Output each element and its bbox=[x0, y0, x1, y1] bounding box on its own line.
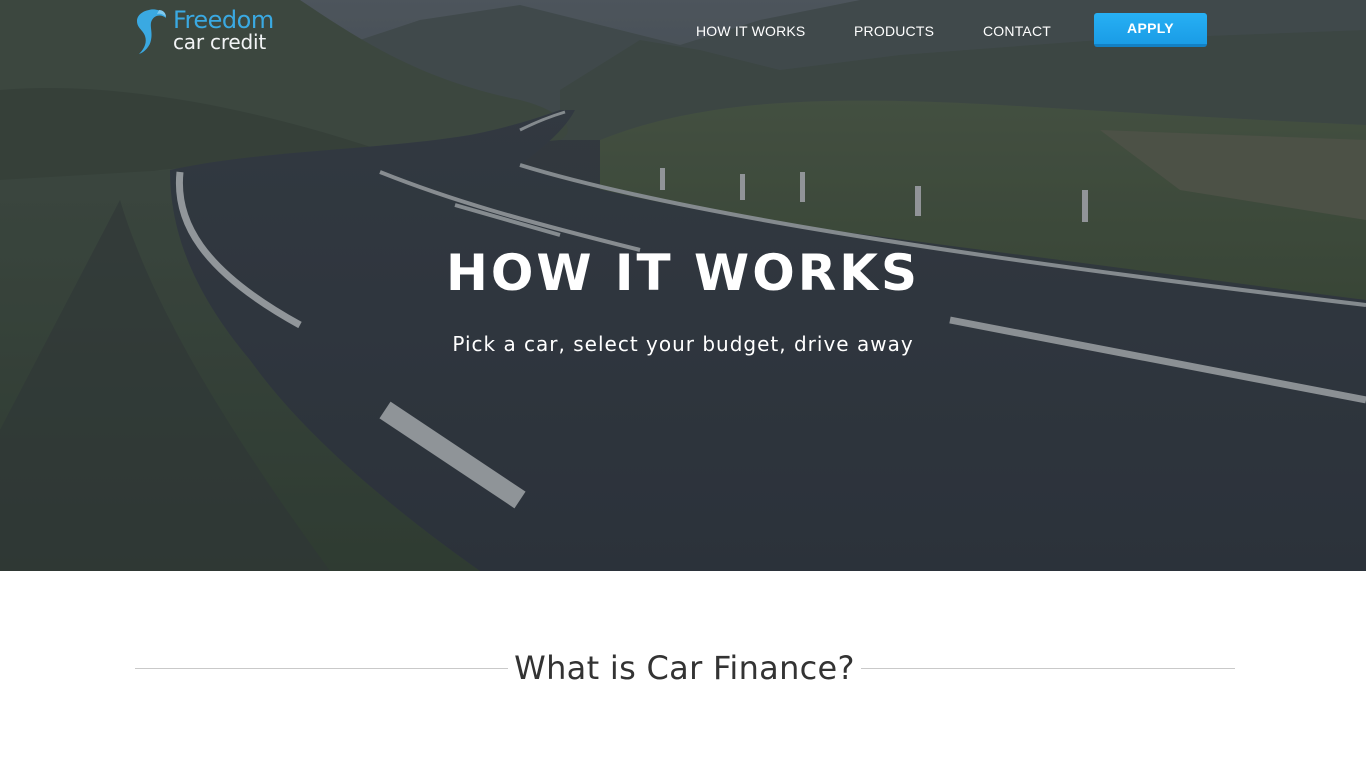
car-finance-section: What is Car Finance? bbox=[0, 571, 1366, 768]
nav-products[interactable]: PRODUCTS bbox=[854, 22, 934, 40]
section-heading: What is Car Finance? bbox=[514, 649, 855, 687]
hero-banner: Freedom car credit HOW IT WORKS PRODUCTS… bbox=[0, 0, 1366, 571]
apply-button[interactable]: APPLY bbox=[1094, 13, 1207, 47]
nav-how-it-works[interactable]: HOW IT WORKS bbox=[696, 22, 805, 40]
main-nav: HOW IT WORKS PRODUCTS CONTACT APPLY bbox=[0, 0, 1366, 60]
nav-contact[interactable]: CONTACT bbox=[983, 22, 1051, 40]
heading-divider-left bbox=[135, 668, 508, 669]
hero-subtitle: Pick a car, select your budget, drive aw… bbox=[452, 332, 914, 356]
hero-title: HOW IT WORKS bbox=[446, 244, 920, 302]
heading-divider-right bbox=[861, 668, 1235, 669]
